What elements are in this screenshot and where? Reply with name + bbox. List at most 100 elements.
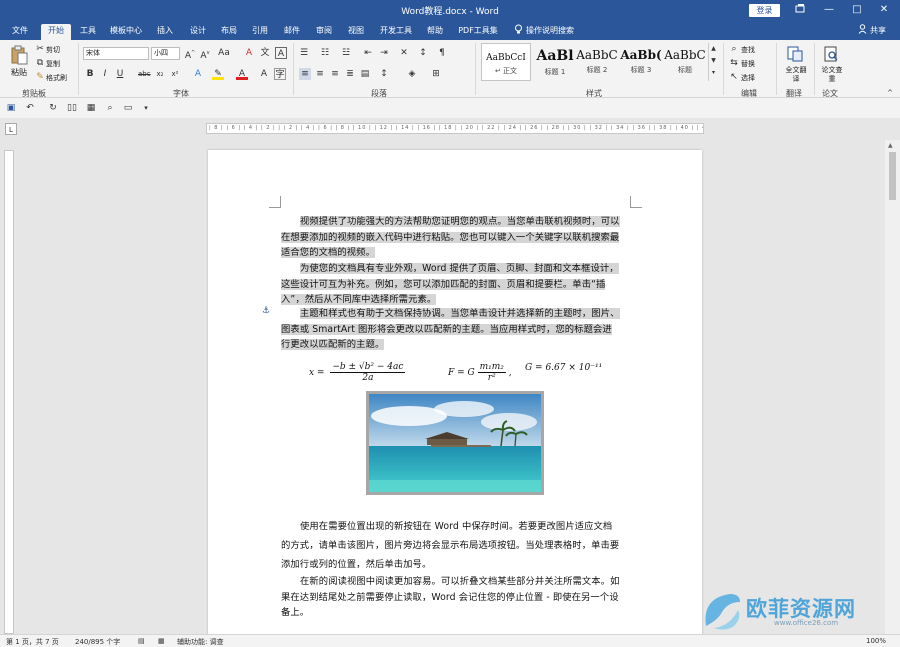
tab-pdf-tools[interactable]: PDF工具集 xyxy=(455,24,501,40)
login-button[interactable]: 登录 xyxy=(749,4,780,17)
increase-indent-icon[interactable]: ⇥ xyxy=(378,47,390,59)
font-color-icon[interactable]: A xyxy=(236,68,248,80)
borders-icon[interactable]: ⊞ xyxy=(430,68,442,80)
replace-button[interactable]: 替换 xyxy=(741,59,755,69)
tab-insert[interactable]: 插入 xyxy=(151,24,179,40)
share-button[interactable]: 共享 xyxy=(867,24,889,40)
tab-selector-icon[interactable]: L xyxy=(5,123,17,135)
highlight-icon[interactable]: ✎ xyxy=(212,68,224,80)
tell-me-search[interactable]: 操作说明搜索 xyxy=(526,24,582,40)
tab-review[interactable]: 审阅 xyxy=(310,24,338,40)
paragraph-4[interactable]: 使用在需要位置出现的新按钮在 Word 中保存时间。若要更改图片适应文档的方式，… xyxy=(281,517,621,574)
char-border-icon[interactable]: A xyxy=(275,47,287,59)
tab-home[interactable]: 开始 xyxy=(41,24,71,40)
paste-icon[interactable] xyxy=(9,45,29,65)
grow-font-icon[interactable]: A^ xyxy=(184,47,196,61)
beach-photo[interactable] xyxy=(366,391,544,495)
equation-gravity[interactable]: F = G m₁m₂ r² , xyxy=(448,362,512,383)
distribute-icon[interactable]: ▤ xyxy=(359,68,371,80)
sort-icon[interactable]: ↕ xyxy=(417,47,429,59)
show-marks-icon[interactable]: ¶ xyxy=(436,47,448,59)
equation-quadratic[interactable]: x = −b ± √b² − 4ac 2a xyxy=(309,362,406,383)
style-heading-3[interactable]: AaBb( 标题 3 xyxy=(616,43,666,81)
paragraph-3[interactable]: 主题和样式也有助于文档保持协调。当您单击设计并选择新的主题时，图片、图表或 Sm… xyxy=(281,306,621,353)
document-page[interactable]: ⚓ 视频提供了功能强大的方法帮助您证明您的观点。当您单击联机视频时，可以在想要添… xyxy=(208,150,702,640)
font-name-combo[interactable]: 宋体 xyxy=(83,47,149,60)
underline-icon[interactable]: U xyxy=(114,68,126,80)
style-normal[interactable]: AaBbCcI ↵ 正文 xyxy=(481,43,531,81)
styles-scroll-icon[interactable]: ▲ ▼ ▾ xyxy=(708,43,718,81)
maximize-button[interactable]: □ xyxy=(849,3,865,17)
copy-button[interactable]: 复制 xyxy=(46,59,60,69)
strikethrough-icon[interactable]: abc xyxy=(138,68,151,80)
accessibility-status[interactable]: 辅助功能: 调查 xyxy=(177,637,224,647)
tab-layout[interactable]: 布局 xyxy=(215,24,243,40)
vertical-scrollbar[interactable]: ▲ xyxy=(885,140,900,634)
text-effects-icon[interactable]: A xyxy=(192,68,204,80)
page-indicator[interactable]: 第 1 页，共 7 页 xyxy=(6,637,59,647)
undo-icon[interactable]: ↶ xyxy=(24,102,36,114)
equation-constant[interactable]: G = 6.67 × 10⁻¹¹ xyxy=(525,363,602,373)
tab-view[interactable]: 视图 xyxy=(342,24,370,40)
redo-icon[interactable]: ↻ xyxy=(47,102,59,114)
translate-button[interactable]: 全文翻译 xyxy=(784,66,808,84)
shading-icon[interactable]: ◈ xyxy=(406,68,418,80)
zoom-level[interactable]: 100% xyxy=(866,637,886,645)
align-center-icon[interactable]: ≡ xyxy=(314,68,326,80)
select-button[interactable]: 选择 xyxy=(741,73,755,83)
save-icon[interactable]: ▣ xyxy=(5,102,17,114)
macro-icon[interactable]: ▦ xyxy=(158,637,165,645)
open-icon[interactable]: ▭ xyxy=(122,102,134,114)
customize-qat-icon[interactable]: ▾ xyxy=(140,102,152,114)
read-mode-icon[interactable]: ▯▯ xyxy=(66,102,78,114)
numbering-icon[interactable]: ☷ xyxy=(319,47,331,59)
minimize-button[interactable]: — xyxy=(821,3,837,17)
align-right-icon[interactable]: ≡ xyxy=(329,68,341,80)
tab-file[interactable]: 文件 xyxy=(6,24,34,40)
tab-tools[interactable]: 工具 xyxy=(74,24,102,40)
paper-check-icon[interactable] xyxy=(822,45,840,63)
shrink-font-icon[interactable]: Av xyxy=(199,47,211,61)
char-shading-icon[interactable]: A xyxy=(258,68,270,80)
phonetic-guide-icon[interactable]: 文 xyxy=(259,47,271,59)
tab-mailings[interactable]: 邮件 xyxy=(278,24,306,40)
tab-references[interactable]: 引用 xyxy=(246,24,274,40)
multilevel-list-icon[interactable]: ☳ xyxy=(340,47,352,59)
italic-icon[interactable]: I xyxy=(99,68,111,80)
scroll-thumb[interactable] xyxy=(889,152,896,200)
paste-button[interactable]: 粘贴 xyxy=(11,67,27,78)
justify-icon[interactable]: ≣ xyxy=(344,68,356,80)
paragraph-2[interactable]: 为使您的文档具有专业外观，Word 提供了页眉、页脚、封面和文本框设计，这些设计… xyxy=(281,261,621,308)
cut-button[interactable]: 剪切 xyxy=(46,45,60,55)
superscript-icon[interactable]: x² xyxy=(169,68,181,80)
proofing-icon[interactable]: ▤ xyxy=(138,637,145,645)
format-painter-button[interactable]: 格式刷 xyxy=(46,73,67,83)
line-spacing-icon[interactable]: ↕ xyxy=(378,68,390,80)
tab-design[interactable]: 设计 xyxy=(184,24,212,40)
tab-developer[interactable]: 开发工具 xyxy=(376,24,416,40)
restore-icon[interactable] xyxy=(792,3,808,17)
enclose-char-icon[interactable]: 字 xyxy=(274,68,286,80)
change-case-icon[interactable]: Aa xyxy=(218,47,230,59)
close-button[interactable]: ✕ xyxy=(876,3,892,17)
horizontal-ruler[interactable]: | 8 | | 6 | | 4 | | 2 | | | 2 | | 4 | | … xyxy=(206,123,704,134)
clear-format-icon[interactable]: A xyxy=(243,47,255,59)
print-layout-icon[interactable]: ▦ xyxy=(85,102,97,114)
style-title[interactable]: AaBbC 标题 xyxy=(660,43,710,81)
tab-help[interactable]: 帮助 xyxy=(421,24,449,40)
vertical-ruler[interactable] xyxy=(4,150,14,634)
subscript-icon[interactable]: x₂ xyxy=(154,68,166,80)
paper-check-button[interactable]: 论文查重 xyxy=(820,66,844,84)
paragraph-5[interactable]: 在新的阅读视图中阅读更加容易。可以折叠文档某些部分并关注所需文本。如果在达到结尾… xyxy=(281,574,621,621)
word-count[interactable]: 240/895 个字 xyxy=(75,637,120,647)
style-heading-2[interactable]: AaBbC 标题 2 xyxy=(572,43,622,81)
find-button[interactable]: 查找 xyxy=(741,45,755,55)
scroll-up-icon[interactable]: ▲ xyxy=(888,142,893,149)
bullets-icon[interactable]: ☰ xyxy=(298,47,310,59)
tab-templates[interactable]: 模板中心 xyxy=(106,24,146,40)
bold-icon[interactable]: B xyxy=(84,68,96,80)
decrease-indent-icon[interactable]: ⇤ xyxy=(362,47,374,59)
print-preview-icon[interactable]: ⌕ xyxy=(104,102,116,114)
font-size-combo[interactable]: 小四 xyxy=(151,47,180,60)
translate-icon[interactable] xyxy=(786,45,804,63)
